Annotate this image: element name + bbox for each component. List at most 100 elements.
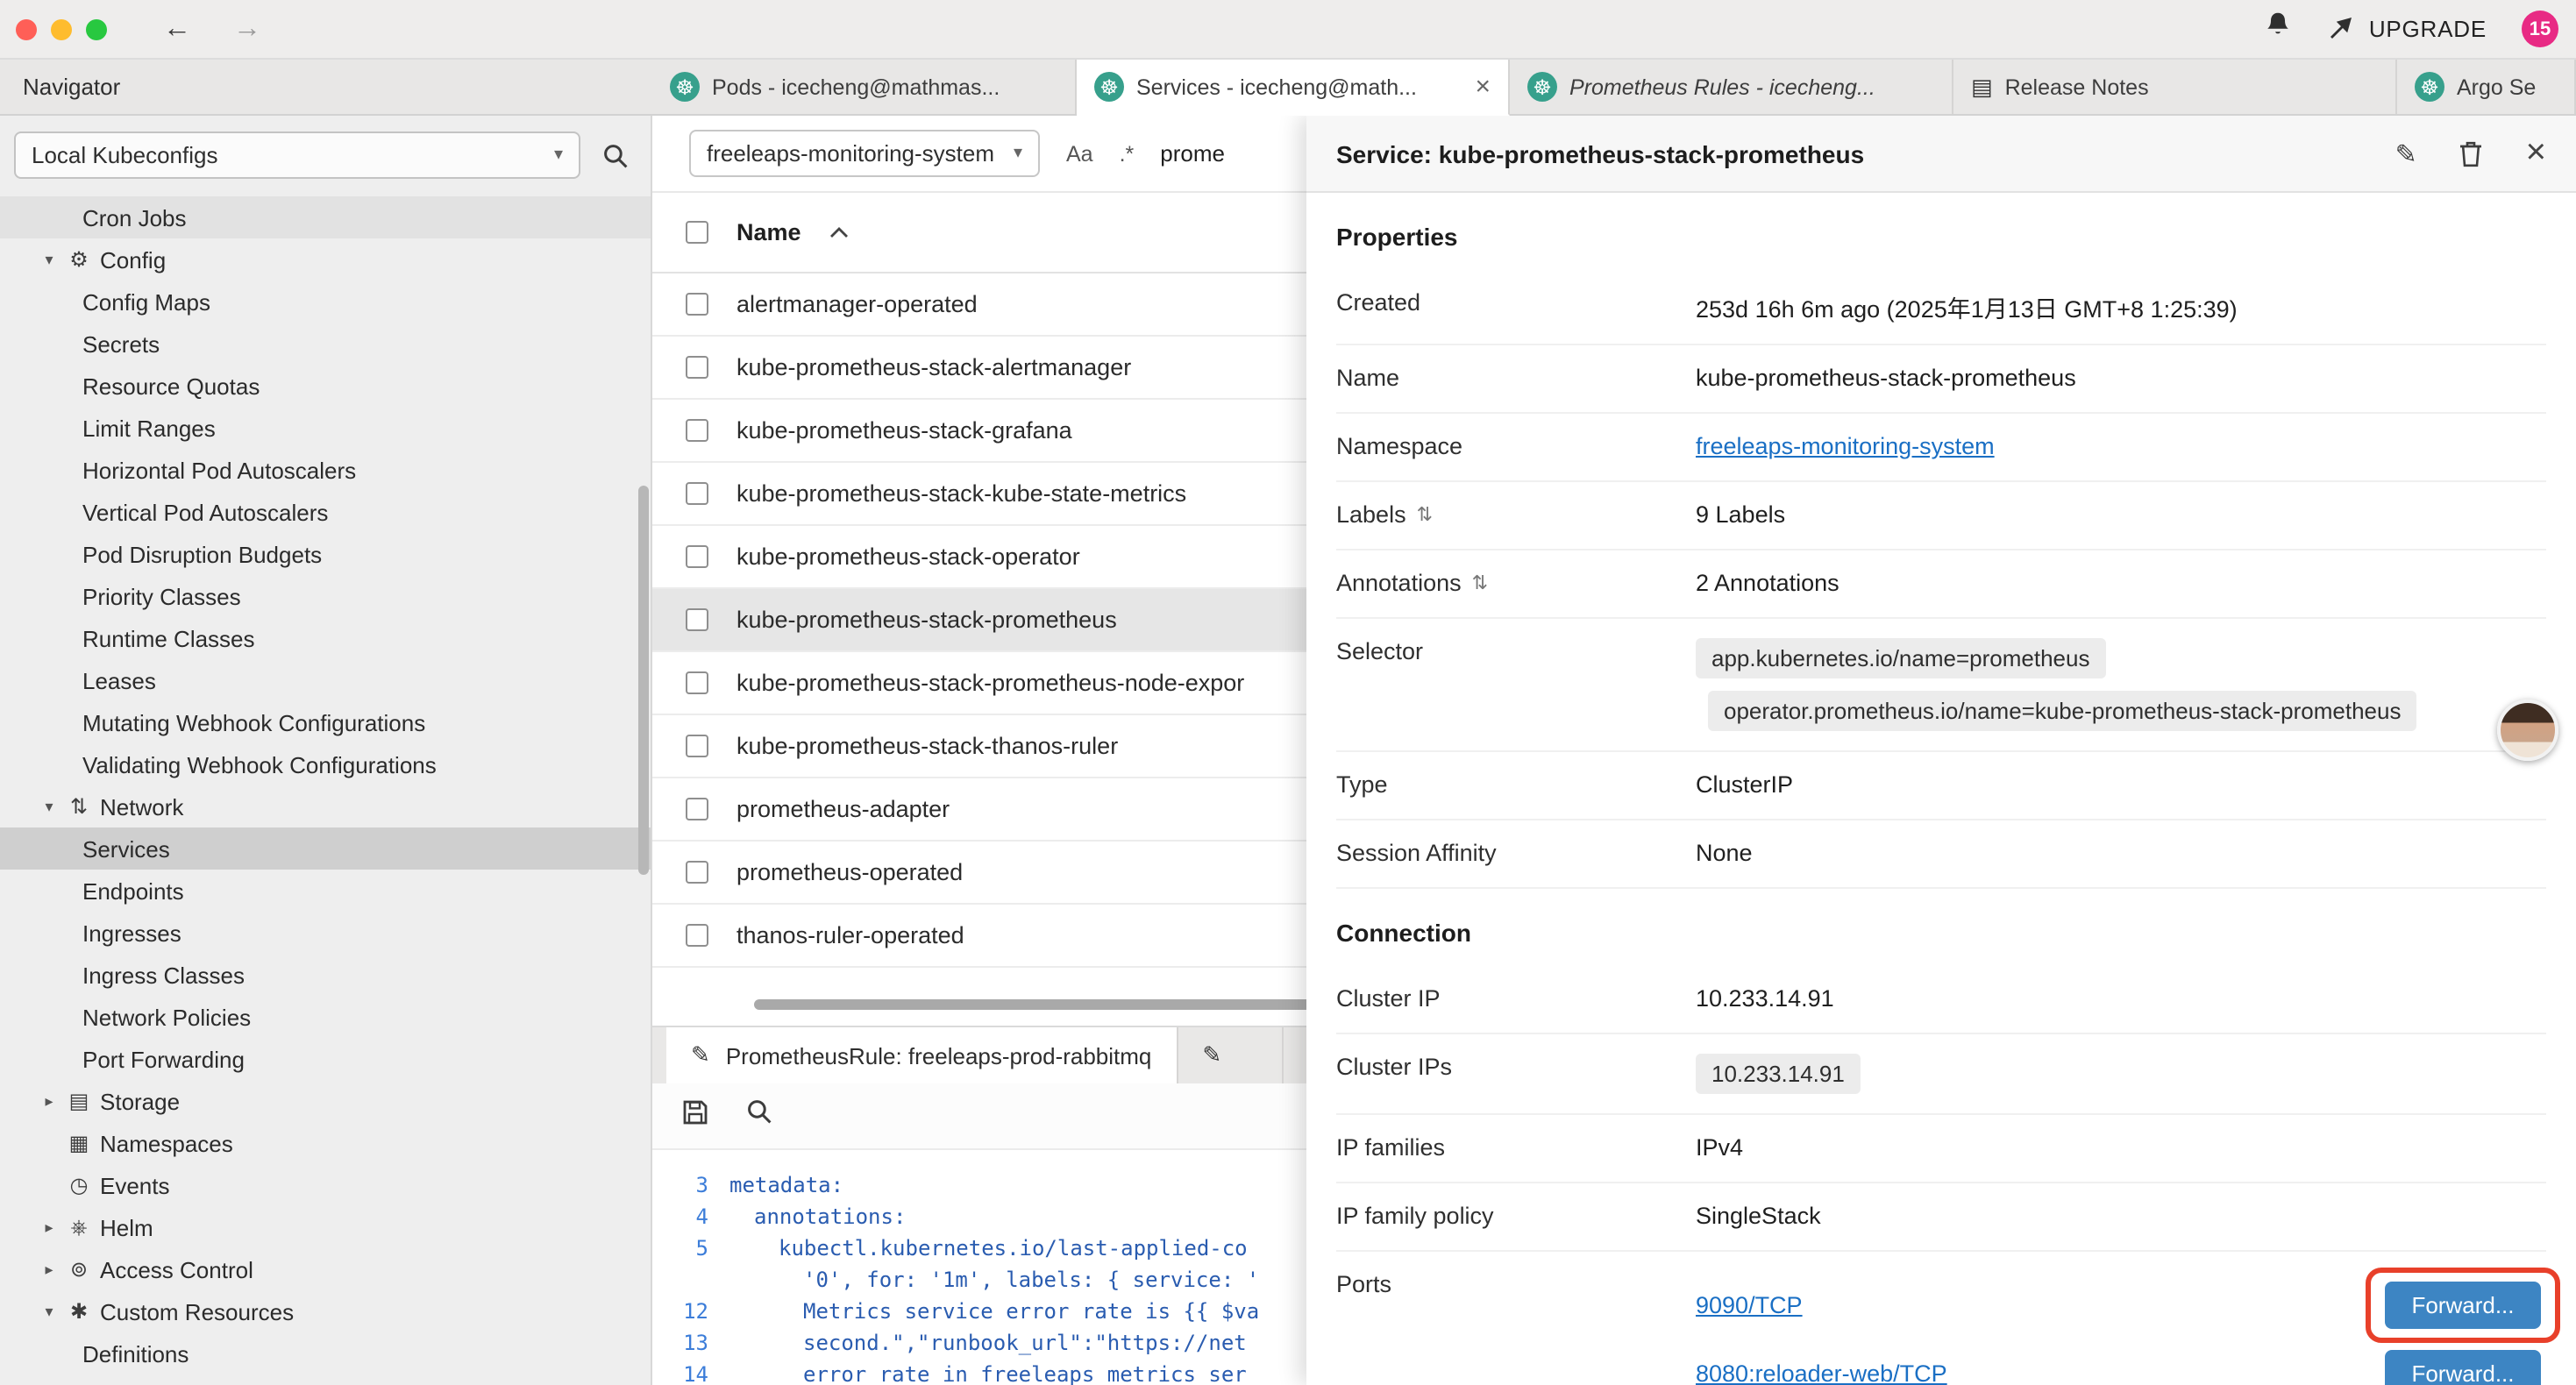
property-label: Created	[1336, 289, 1696, 316]
row-checkbox[interactable]	[686, 735, 708, 757]
sidebar-item-pod-disruption-budgets[interactable]: Pod Disruption Budgets	[0, 533, 651, 575]
back-button[interactable]: ←	[163, 15, 191, 43]
row-checkbox[interactable]	[686, 608, 708, 631]
sidebar-item-label: Endpoints	[82, 877, 184, 904]
tab-prometheus-rules-icecheng[interactable]: ☸Prometheus Rules - icecheng...	[1510, 60, 1953, 114]
value-badge: 10.233.14.91	[1696, 1054, 1861, 1094]
notification-count-badge[interactable]: 15	[2522, 11, 2558, 47]
sidebar-item-vertical-pod-autoscalers[interactable]: Vertical Pod Autoscalers	[0, 491, 651, 533]
expand-collapse-icon[interactable]: ⇅	[1417, 503, 1433, 526]
row-checkbox[interactable]	[686, 356, 708, 379]
port-link[interactable]: 9090/TCP	[1696, 1292, 1803, 1318]
sidebar-item-label: Limit Ranges	[82, 415, 216, 441]
row-checkbox[interactable]	[686, 293, 708, 316]
sidebar-item-leases[interactable]: Leases	[0, 659, 651, 701]
sidebar-item-label: Helm	[100, 1214, 153, 1240]
sidebar-item-definitions[interactable]: Definitions	[0, 1332, 651, 1374]
port-link[interactable]: 8080:reloader-web/TCP	[1696, 1360, 1947, 1385]
forward-button[interactable]: Forward...	[2385, 1282, 2541, 1329]
sidebar-item-secrets[interactable]: Secrets	[0, 323, 651, 365]
sidebar-item-runtime-classes[interactable]: Runtime Classes	[0, 617, 651, 659]
trash-icon[interactable]	[2459, 139, 2484, 167]
sidebar-item-namespaces[interactable]: ▦Namespaces	[0, 1122, 651, 1164]
sidebar-item-events[interactable]: ◷Events	[0, 1164, 651, 1206]
forward-button[interactable]: Forward...	[2385, 1350, 2541, 1385]
regex-toggle[interactable]: .*	[1120, 141, 1135, 166]
kubeconfig-selector[interactable]: Local Kubeconfigs ▾	[14, 131, 580, 179]
zoom-window-button[interactable]	[86, 18, 107, 39]
sidebar-item-config[interactable]: ▾⚙Config	[0, 238, 651, 281]
sidebar-item-access-control[interactable]: ▸⊚Access Control	[0, 1248, 651, 1290]
sidebar-item-custom-resources[interactable]: ▾✱Custom Resources	[0, 1290, 651, 1332]
user-avatar[interactable]	[2497, 700, 2558, 761]
sidebar-item-config-maps[interactable]: Config Maps	[0, 281, 651, 323]
save-icon[interactable]	[680, 1097, 710, 1135]
tab-close-icon[interactable]: ×	[1475, 72, 1491, 102]
sidebar-item-network-policies[interactable]: Network Policies	[0, 996, 651, 1038]
service-name: prometheus-adapter	[737, 796, 950, 822]
property-value: 2 Annotations	[1696, 570, 1839, 596]
sidebar-item-storage[interactable]: ▸▤Storage	[0, 1080, 651, 1122]
search-query-input[interactable]: prome	[1160, 140, 1225, 167]
chevron-down-icon[interactable]: ▾	[35, 250, 63, 269]
dock-tab-partial[interactable]: ✎	[1178, 1027, 1283, 1083]
sidebar-item-endpoints[interactable]: Endpoints	[0, 870, 651, 912]
tab-release-notes[interactable]: ▤Release Notes	[1953, 60, 2397, 114]
upgrade-button[interactable]: UPGRADE	[2327, 13, 2487, 45]
sidebar-item-resource-quotas[interactable]: Resource Quotas	[0, 365, 651, 407]
select-all-checkbox[interactable]	[686, 221, 708, 244]
sidebar-item-network[interactable]: ▾⇅Network	[0, 785, 651, 827]
sidebar-item-ingress-classes[interactable]: Ingress Classes	[0, 954, 651, 996]
sidebar-item-validating-webhook-configurations[interactable]: Validating Webhook Configurations	[0, 743, 651, 785]
sidebar-item-port-forwarding[interactable]: Port Forwarding	[0, 1038, 651, 1080]
sidebar-item-helm[interactable]: ▸⎈Helm	[0, 1206, 651, 1248]
forward-button[interactable]: →	[233, 15, 261, 43]
sidebar-item-priority-classes[interactable]: Priority Classes	[0, 575, 651, 617]
chevron-right-icon[interactable]: ▸	[35, 1091, 63, 1111]
tab-argo-se[interactable]: ☸Argo Se	[2397, 60, 2576, 114]
sidebar-item-limit-ranges[interactable]: Limit Ranges	[0, 407, 651, 449]
chevron-down-icon[interactable]: ▾	[35, 797, 63, 816]
row-checkbox[interactable]	[686, 798, 708, 820]
property-label-text: Created	[1336, 289, 1420, 316]
namespace-filter[interactable]: freeleaps-monitoring-system ▾	[689, 130, 1040, 177]
row-checkbox[interactable]	[686, 924, 708, 947]
chevron-right-icon[interactable]: ▸	[35, 1260, 63, 1279]
sidebar-search-icon[interactable]	[601, 141, 630, 169]
sidebar-item-horizontal-pod-autoscalers[interactable]: Horizontal Pod Autoscalers	[0, 449, 651, 491]
service-name: prometheus-operated	[737, 859, 963, 885]
row-checkbox[interactable]	[686, 482, 708, 505]
row-checkbox[interactable]	[686, 861, 708, 884]
sidebar-item-mutating-webhook-configurations[interactable]: Mutating Webhook Configurations	[0, 701, 651, 743]
row-checkbox[interactable]	[686, 545, 708, 568]
sidebar-item-label: Ingress Classes	[82, 962, 245, 988]
row-checkbox[interactable]	[686, 671, 708, 694]
dock-tab-prometheusrule-freeleaps-prod-rabbitmq[interactable]: ✎PrometheusRule: freeleaps-prod-rabbitmq	[666, 1027, 1178, 1083]
network-icon: ⇅	[63, 794, 95, 819]
sidebar-item-ingresses[interactable]: Ingresses	[0, 912, 651, 954]
sidebar-item-cron-jobs[interactable]: Cron Jobs	[0, 196, 651, 238]
close-window-button[interactable]	[16, 18, 37, 39]
property-label-text: Cluster IP	[1336, 985, 1441, 1012]
sidebar-item-services[interactable]: Services	[0, 827, 651, 870]
editor-search-icon[interactable]	[745, 1097, 773, 1134]
chevron-down-icon[interactable]: ▾	[35, 1302, 63, 1321]
sidebar-scrollbar[interactable]	[638, 486, 649, 875]
row-checkbox[interactable]	[686, 419, 708, 442]
tab-pods-icecheng-mathmas[interactable]: ☸Pods - icecheng@mathmas...	[652, 60, 1077, 114]
sidebar-item-label: Events	[100, 1172, 170, 1198]
match-case-toggle[interactable]: Aa	[1066, 141, 1093, 166]
minimize-window-button[interactable]	[51, 18, 72, 39]
property-value: 10.233.14.91	[1696, 985, 1834, 1012]
namespace-link[interactable]: freeleaps-monitoring-system	[1696, 433, 1995, 459]
tab-services-icecheng-math[interactable]: ☸Services - icecheng@math...×	[1077, 60, 1510, 116]
expand-collapse-icon[interactable]: ⇅	[1472, 572, 1488, 594]
sort-ascending-icon[interactable]	[829, 226, 849, 238]
name-column-header[interactable]: Name	[737, 219, 801, 245]
close-icon[interactable]: ×	[2526, 133, 2546, 174]
notifications-bell-icon[interactable]	[2264, 11, 2292, 47]
edit-icon[interactable]: ✎	[2395, 138, 2416, 169]
service-name: kube-prometheus-stack-prometheus-node-ex…	[737, 670, 1244, 696]
sidebar-item-label: Validating Webhook Configurations	[82, 751, 437, 778]
chevron-right-icon[interactable]: ▸	[35, 1218, 63, 1237]
